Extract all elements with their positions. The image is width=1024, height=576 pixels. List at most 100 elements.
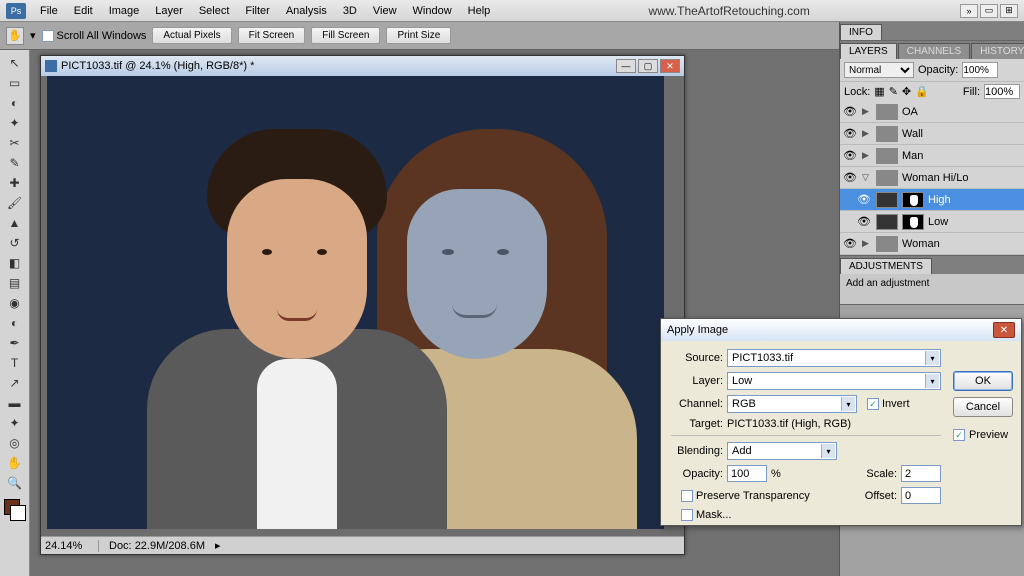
menu-3d[interactable]: 3D (335, 5, 365, 17)
zoom-value[interactable]: 24.14% (45, 540, 99, 552)
minimize-icon[interactable]: — (616, 59, 636, 73)
mask-thumb-icon[interactable] (902, 214, 924, 230)
info-tab[interactable]: INFO (840, 24, 882, 40)
screenmode-icon[interactable]: ▭ (980, 4, 998, 18)
mask-thumb-icon[interactable] (902, 192, 924, 208)
workspace-switch-icon[interactable]: ⊞ (1000, 4, 1018, 18)
layer-name[interactable]: Woman (902, 238, 940, 250)
ok-button[interactable]: OK (953, 371, 1013, 391)
dialog-opacity-input[interactable] (727, 465, 767, 482)
print-size-button[interactable]: Print Size (386, 27, 451, 44)
menu-help[interactable]: Help (460, 5, 499, 17)
layer-name[interactable]: Wall (902, 128, 923, 140)
dodge-tool-icon[interactable]: ◐ (3, 313, 27, 332)
layer-select[interactable]: Low▾ (727, 372, 941, 390)
opacity-input[interactable] (962, 62, 998, 78)
pen-tool-icon[interactable]: ✒ (3, 333, 27, 352)
preview-checkbox[interactable]: ✓Preview (953, 429, 1013, 441)
channel-select[interactable]: RGB▾ (727, 395, 857, 413)
fit-screen-button[interactable]: Fit Screen (238, 27, 306, 44)
layer-name[interactable]: High (928, 194, 951, 206)
3d-tool-icon[interactable]: ✦ (3, 413, 27, 432)
layer-name[interactable]: Man (902, 150, 923, 162)
layer-thumb-icon[interactable] (876, 214, 898, 230)
path-tool-icon[interactable]: ↗ (3, 373, 27, 392)
layer-name[interactable]: OA (902, 106, 918, 118)
invert-checkbox[interactable]: ✓Invert (867, 398, 910, 410)
lasso-tool-icon[interactable]: ◐ (3, 93, 27, 112)
shape-tool-icon[interactable]: ▬ (3, 393, 27, 412)
zoom-tool-icon[interactable]: 🔍 (3, 473, 27, 492)
menu-file[interactable]: File (32, 5, 66, 17)
visibility-icon[interactable]: 👁 (842, 171, 858, 184)
canvas[interactable] (47, 76, 664, 529)
visibility-icon[interactable]: 👁 (842, 127, 858, 140)
stamp-tool-icon[interactable]: ▲ (3, 213, 27, 232)
adjustments-tab[interactable]: ADJUSTMENTS (840, 258, 932, 274)
layer-thumb-icon[interactable] (876, 192, 898, 208)
blur-tool-icon[interactable]: ◉ (3, 293, 27, 312)
hand-tool-icon[interactable]: ✋ (6, 27, 24, 45)
document-titlebar[interactable]: PICT1033.tif @ 24.1% (High, RGB/8*) * — … (41, 56, 684, 76)
quick-select-tool-icon[interactable]: ✦ (3, 113, 27, 132)
offset-input[interactable] (901, 487, 941, 504)
eyedropper-tool-icon[interactable]: ✎ (3, 153, 27, 172)
color-swatch[interactable] (4, 499, 26, 521)
move-tool-icon[interactable]: ↖ (3, 53, 27, 72)
brush-tool-icon[interactable]: 🖌 (3, 193, 27, 212)
type-tool-icon[interactable]: T (3, 353, 27, 372)
fill-screen-button[interactable]: Fill Screen (311, 27, 380, 44)
visibility-icon[interactable]: 👁 (856, 193, 872, 206)
scroll-all-windows-checkbox[interactable]: Scroll All Windows (42, 30, 147, 42)
document-icon (45, 60, 57, 72)
dropdown-arrow-icon[interactable]: ▾ (30, 29, 36, 42)
mask-checkbox[interactable]: Mask... (681, 509, 731, 521)
scale-input[interactable] (901, 465, 941, 482)
menu-filter[interactable]: Filter (237, 5, 277, 17)
menu-layer[interactable]: Layer (147, 5, 191, 17)
lock-pixels-icon[interactable]: ✎ (889, 85, 898, 98)
dialog-titlebar[interactable]: Apply Image ✕ (661, 319, 1021, 341)
close-icon[interactable]: ✕ (660, 59, 680, 73)
hand-tool2-icon[interactable]: ✋ (3, 453, 27, 472)
menu-edit[interactable]: Edit (66, 5, 101, 17)
layer-name[interactable]: Low (928, 216, 948, 228)
layer-name[interactable]: Woman Hi/Lo (902, 172, 968, 184)
menu-select[interactable]: Select (191, 5, 238, 17)
healing-tool-icon[interactable]: ✚ (3, 173, 27, 192)
blend-mode-select[interactable]: Normal (844, 62, 914, 78)
crop-tool-icon[interactable]: ✂ (3, 133, 27, 152)
menu-analysis[interactable]: Analysis (278, 5, 335, 17)
marquee-tool-icon[interactable]: ▭ (3, 73, 27, 92)
menu-window[interactable]: Window (405, 5, 460, 17)
menu-view[interactable]: View (365, 5, 405, 17)
visibility-icon[interactable]: 👁 (842, 237, 858, 250)
blending-select[interactable]: Add▾ (727, 442, 837, 460)
channels-tab[interactable]: CHANNELS (898, 43, 970, 59)
scale-label: Scale: (866, 468, 897, 480)
source-select[interactable]: PICT1033.tif▾ (727, 349, 941, 367)
toolbox: ↖ ▭ ◐ ✦ ✂ ✎ ✚ 🖌 ▲ ↺ ◧ ▤ ◉ ◐ ✒ T ↗ ▬ ✦ ◎ … (0, 50, 30, 576)
dialog-close-icon[interactable]: ✕ (993, 322, 1015, 338)
lock-transparent-icon[interactable]: ▦ (874, 85, 884, 98)
fill-input[interactable] (984, 84, 1020, 99)
menu-image[interactable]: Image (101, 5, 148, 17)
gradient-tool-icon[interactable]: ▤ (3, 273, 27, 292)
status-arrow-icon[interactable]: ▸ (215, 539, 221, 552)
cancel-button[interactable]: Cancel (953, 397, 1013, 417)
maximize-icon[interactable]: ▢ (638, 59, 658, 73)
visibility-icon[interactable]: 👁 (856, 215, 872, 228)
history-tab[interactable]: HISTORY (971, 43, 1024, 59)
chevrons-icon[interactable]: » (960, 4, 978, 18)
camera-tool-icon[interactable]: ◎ (3, 433, 27, 452)
fill-label: Fill: (963, 86, 980, 98)
preserve-transparency-checkbox[interactable]: Preserve Transparency (681, 490, 810, 502)
eraser-tool-icon[interactable]: ◧ (3, 253, 27, 272)
lock-all-icon[interactable]: 🔒 (915, 85, 929, 98)
lock-position-icon[interactable]: ✥ (902, 85, 911, 98)
actual-pixels-button[interactable]: Actual Pixels (152, 27, 231, 44)
layers-tab[interactable]: LAYERS (840, 43, 897, 59)
visibility-icon[interactable]: 👁 (842, 149, 858, 162)
visibility-icon[interactable]: 👁 (842, 105, 858, 118)
history-brush-tool-icon[interactable]: ↺ (3, 233, 27, 252)
